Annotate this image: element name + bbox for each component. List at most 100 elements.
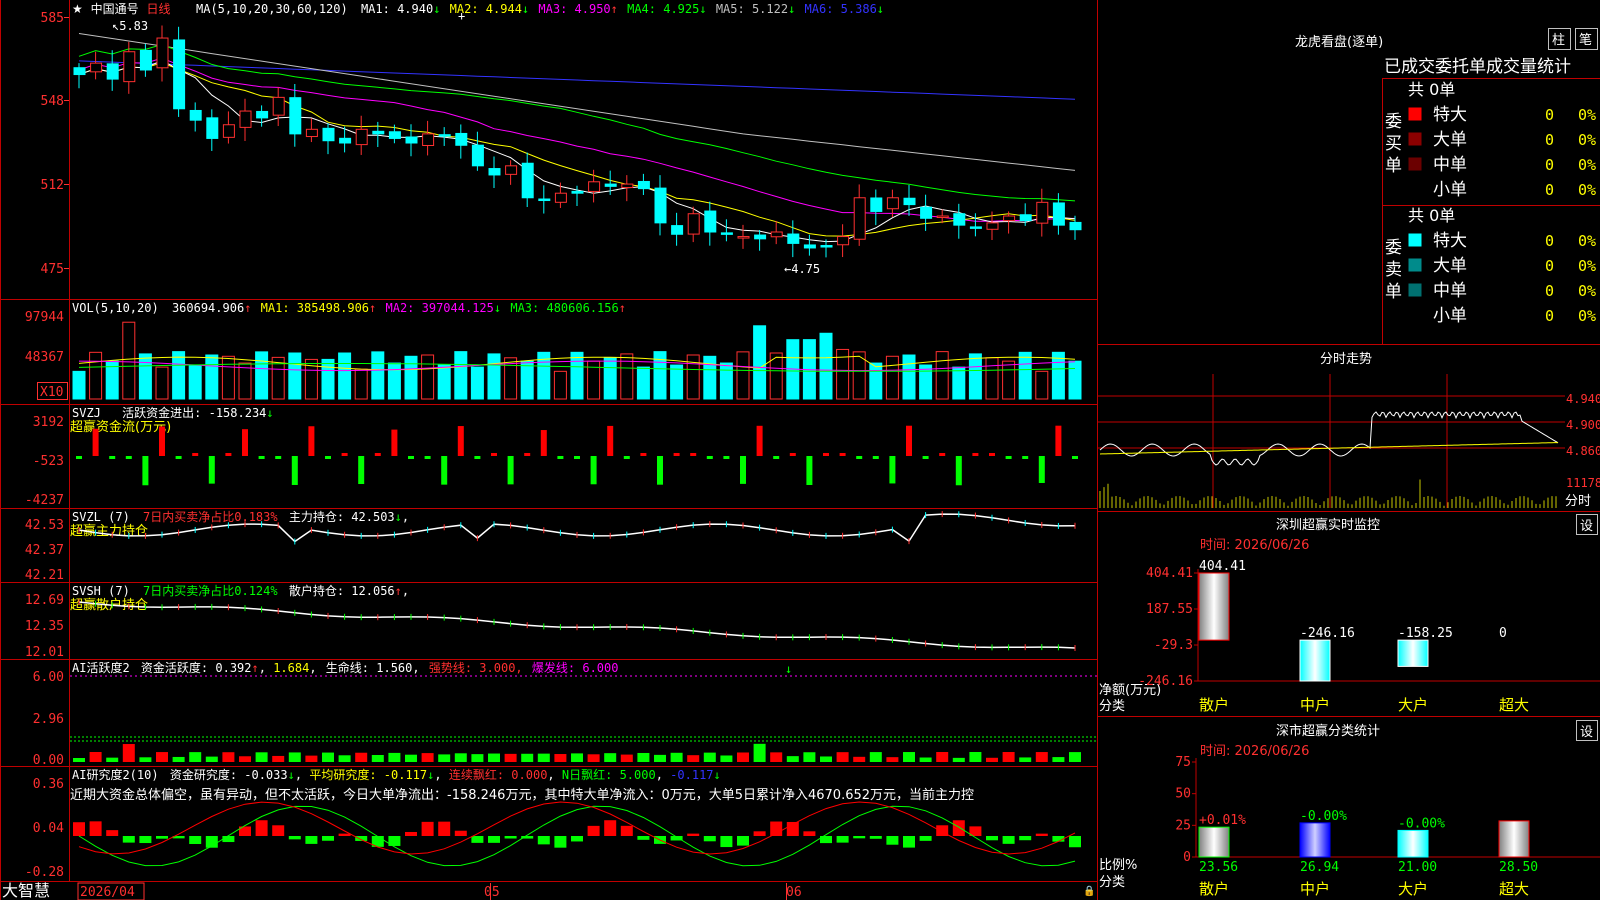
ma4-arrow: ↓ (699, 2, 706, 16)
high-marker: ↖5.83 (112, 19, 148, 33)
volume-bar (1035, 370, 1049, 400)
ai-active-v2: 1.684 (273, 661, 309, 675)
bar-change-label: -0.00% (1300, 809, 1347, 824)
flow-bar (291, 456, 298, 485)
flow-bar (673, 453, 680, 456)
flow-bar (972, 453, 979, 456)
sell-side-label: 委 (1385, 238, 1402, 258)
activity-bar (471, 754, 484, 762)
volume-bar (1068, 360, 1082, 400)
low-value: 4.75 (791, 262, 820, 276)
lock-icon[interactable]: 🔒 (1083, 885, 1095, 897)
flow-bar (839, 453, 846, 456)
activity-bar (820, 756, 832, 762)
activity-bars (70, 675, 1097, 762)
research-bar (1069, 836, 1081, 848)
volume-bar (205, 354, 219, 400)
bar-change-label: +0.01% (1199, 813, 1246, 828)
activity-bar (1035, 752, 1048, 762)
research-bar (952, 820, 965, 836)
activity-bar (1002, 752, 1015, 762)
candle-body (754, 234, 767, 240)
volume-bar (72, 370, 86, 400)
flow-bar (574, 456, 580, 459)
avg-research-value: 平均研究度: -0.117 (309, 767, 427, 782)
sell-side-label: 单 (1385, 282, 1402, 302)
candle-body (73, 67, 86, 76)
data-bar (1299, 639, 1331, 682)
flow-bar (1072, 456, 1078, 459)
flow-bar (159, 426, 165, 456)
sell-row-pct: 0% (1578, 257, 1596, 275)
candle-body (305, 128, 318, 138)
research-tick: 0.04 (33, 821, 64, 836)
flow-bar (1022, 456, 1029, 459)
volume-bar (968, 353, 982, 400)
bar-value-label: 21.00 (1398, 860, 1437, 875)
bar-value-label: 26.94 (1300, 860, 1339, 875)
activity-bar (272, 755, 285, 762)
candle-body (571, 190, 584, 194)
volume-bar (636, 366, 650, 400)
volume-bar (570, 351, 584, 400)
activity-bar (620, 754, 633, 762)
intraday-chart (1097, 374, 1565, 508)
flow-bar (92, 428, 99, 456)
sell-row-label: 小单 (1433, 306, 1467, 326)
ma-label: MA(5,10,20,30,60,120) (196, 2, 348, 16)
consecutive-red-value: 连续飘红: 0.000 (449, 767, 548, 782)
sz-monitor-xlabel: 分类 (1099, 699, 1125, 714)
activity-bar (205, 756, 218, 762)
ai-active-value: 资金活跃度: 0.392 (141, 660, 252, 675)
sz-classify-date: 时间: 2026/06/26 (1200, 744, 1309, 759)
vol-ma1: MA1: 385498.906 (261, 301, 369, 315)
buy-swatch (1408, 157, 1422, 171)
sz-classify-settings-label: 设 (1580, 725, 1593, 740)
flow-bar (789, 453, 796, 456)
volume-bar (122, 321, 136, 400)
research-bar (853, 836, 866, 839)
svzj-value: 活跃资金进出: -158.234 (122, 405, 266, 420)
research-bar (338, 833, 351, 836)
category-label: 散户 (1199, 696, 1229, 714)
research-bar (720, 836, 733, 848)
category-label: 大户 (1398, 696, 1428, 714)
flow-bar (109, 456, 116, 459)
flow-bar (773, 456, 780, 459)
flow-bar (391, 429, 398, 456)
flow-bar (325, 456, 331, 459)
n-day-red-value: N日飘红: 5.000 (562, 767, 656, 782)
activity-bar (239, 756, 251, 762)
activity-bar (521, 753, 534, 762)
ai-research-header: AI研究度2(10) 资金研究度: -0.033↓, 平均研究度: -0.117… (72, 767, 721, 782)
candle-body (405, 136, 418, 144)
buy-side-label: 委 (1385, 112, 1402, 132)
date-label: 05 (484, 885, 500, 900)
sell-row-count: 0 (1545, 257, 1554, 275)
activity-bar (421, 753, 434, 762)
research-bar (89, 821, 102, 836)
category-label: 大户 (1398, 880, 1428, 898)
buy-row-label: 小单 (1433, 180, 1467, 200)
sell-swatch (1408, 283, 1422, 297)
candle-body (604, 183, 617, 187)
activity-bar (504, 753, 517, 762)
sell-row-pct: 0% (1578, 232, 1596, 250)
buy-swatch (1408, 132, 1422, 146)
activity-bar (73, 758, 85, 762)
ai-active-tick: 2.96 (33, 712, 64, 727)
period-label[interactable]: 日线 (146, 2, 170, 16)
research-bar (869, 836, 882, 839)
candle-body (853, 197, 866, 240)
svsh-header: SVSH (7) 7日内买卖净占比0.124% 散户持仓: 12.056↑, (72, 583, 409, 598)
data-bar (1498, 820, 1530, 858)
high-value: 5.83 (119, 19, 148, 33)
ai-active-header: AI活跃度2 资金活跃度: 0.392↑, 1.684, 生命线: 1.560,… (72, 660, 618, 675)
star-icon[interactable]: ★ (72, 2, 83, 16)
candle-body (123, 51, 136, 83)
sell-swatch (1408, 258, 1422, 272)
flow-bar (1005, 456, 1012, 459)
ma4-value: MA4: 4.925 (627, 2, 699, 16)
svsh-tick: 12.69 (25, 593, 64, 608)
sell-row-label: 大单 (1433, 256, 1467, 276)
